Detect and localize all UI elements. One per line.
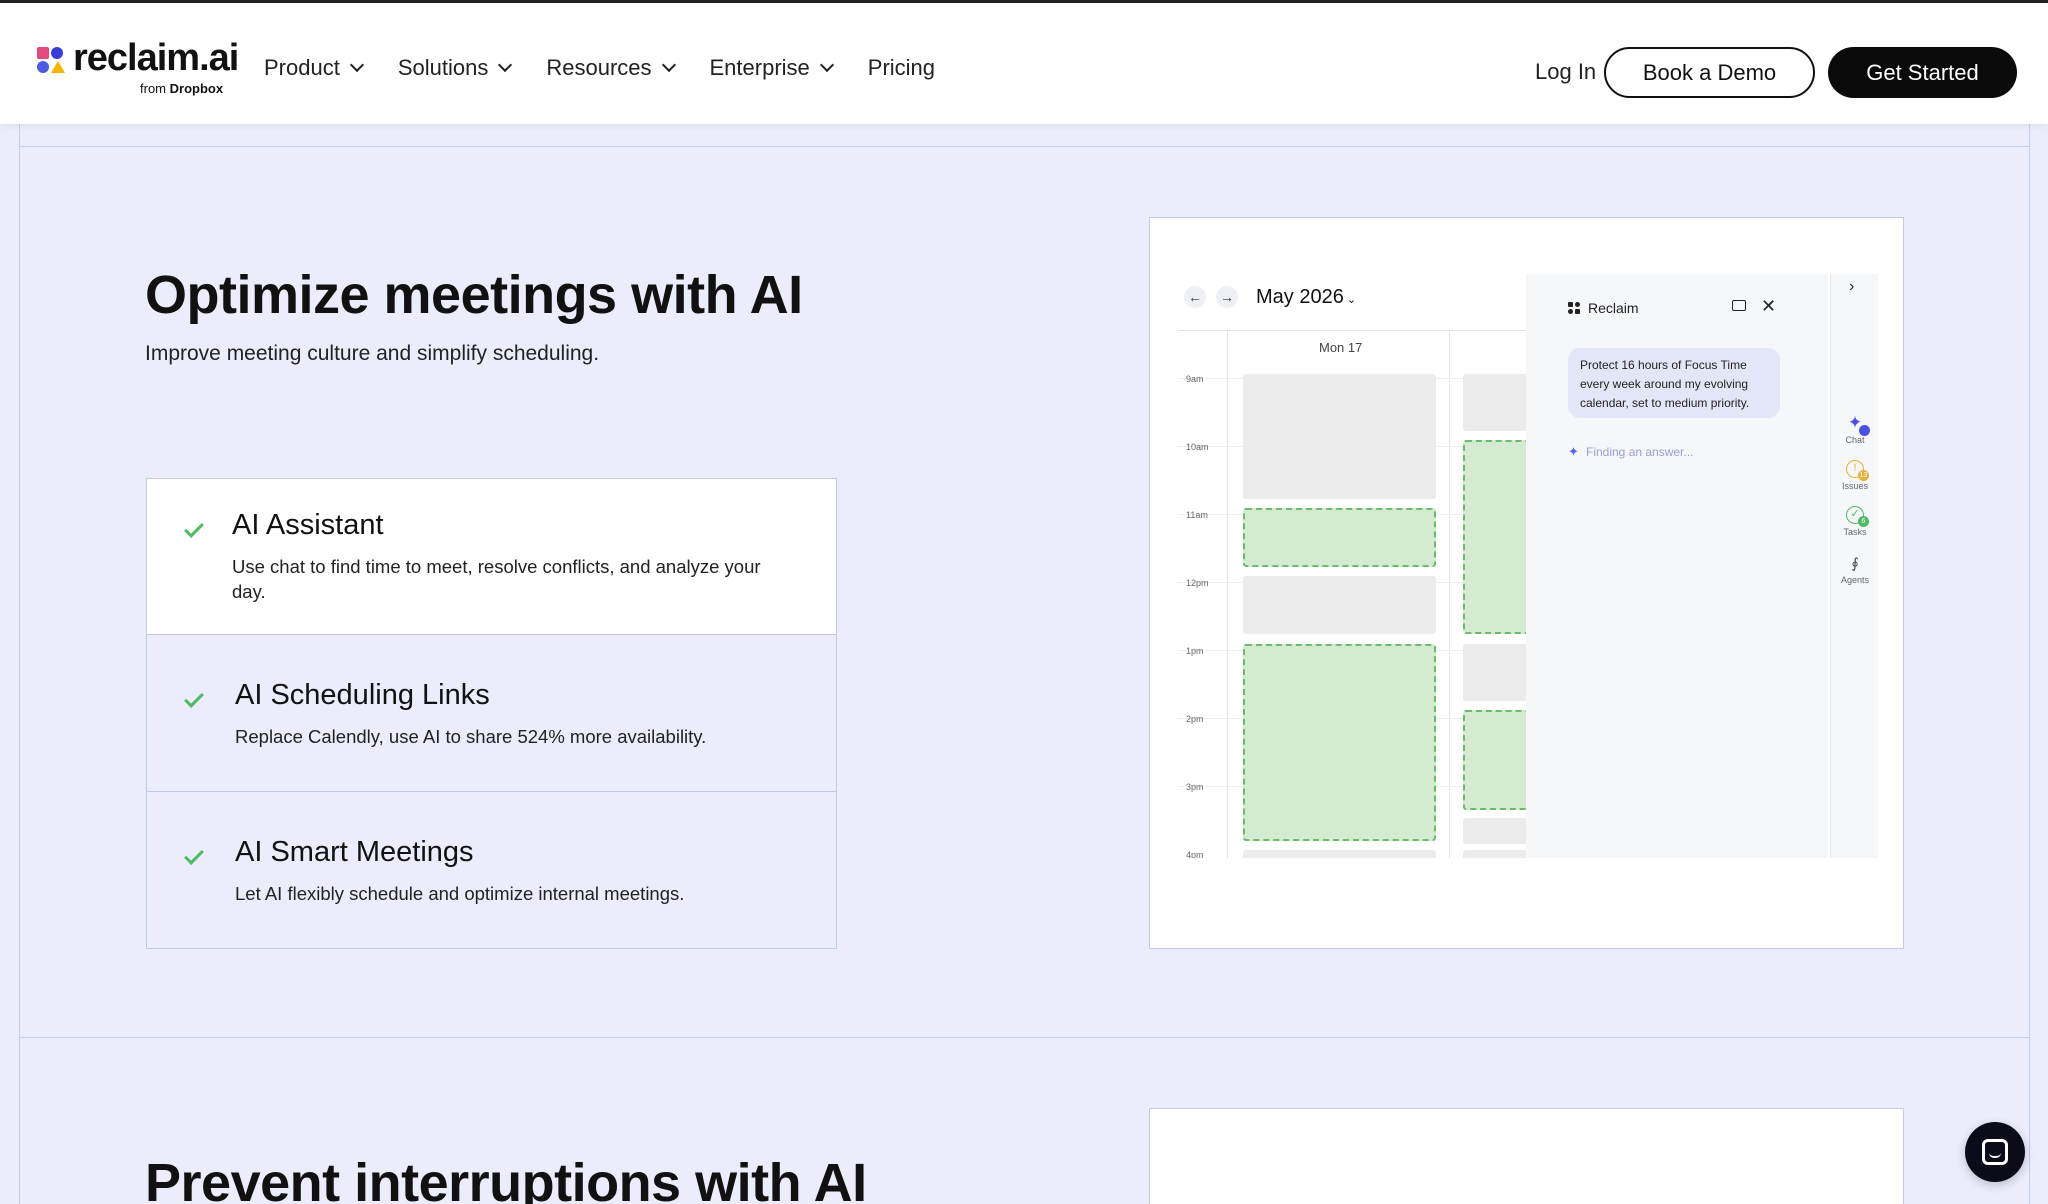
nav-solutions-label: Solutions: [397, 55, 489, 80]
nav-product[interactable]: Product: [264, 55, 364, 81]
section-border-right: [2029, 124, 2030, 1204]
nav-product-label: Product: [264, 55, 340, 80]
reclaim-logo[interactable]: reclaim.ai from Dropbox: [37, 37, 239, 99]
section-divider: [19, 146, 2029, 147]
nav-resources-label: Resources: [546, 55, 652, 80]
app-preview: [1149, 1108, 1904, 1204]
section-subtitle: Improve meeting culture and simplify sch…: [145, 342, 600, 365]
logo-text: reclaim.ai: [73, 37, 239, 79]
section-title: Prevent interruptions with AI: [145, 1153, 867, 1204]
time-label: 1pm: [1186, 646, 1204, 656]
calendar-event[interactable]: [1243, 850, 1436, 858]
assistant-title: Reclaim: [1588, 300, 1639, 316]
feature-list: AI Assistant Use chat to find time to me…: [146, 478, 837, 949]
rail-label: Chat: [1845, 435, 1865, 445]
assistant-status: Finding an answer...: [1586, 445, 1694, 459]
check-icon: [184, 518, 204, 538]
logo-subtitle: from Dropbox: [140, 81, 223, 96]
feature-title: AI Assistant: [232, 509, 384, 541]
feature-title: AI Scheduling Links: [235, 679, 490, 711]
feature-description: Use chat to find time to meet, resolve c…: [232, 556, 761, 602]
chevron-down-icon: [498, 57, 513, 73]
rail-issues[interactable]: ! 13 Issues: [1831, 460, 1878, 491]
feature-ai-smart-meetings[interactable]: AI Smart Meetings Let AI flexibly schedu…: [147, 792, 836, 948]
time-label: 11am: [1186, 510, 1208, 520]
time-label: 12pm: [1186, 578, 1209, 588]
check-icon: [184, 688, 204, 708]
nav-enterprise-label: Enterprise: [709, 55, 810, 80]
get-started-button[interactable]: Get Started: [1828, 47, 2017, 98]
issues-badge: 13: [1858, 470, 1869, 481]
nav-pricing-label: Pricing: [867, 55, 936, 80]
nav-resources[interactable]: Resources: [546, 55, 676, 81]
rail-tasks[interactable]: ✓ 6 Tasks: [1831, 506, 1878, 537]
feature-description: Let AI flexibly schedule and optimize in…: [235, 883, 685, 904]
nav-enterprise[interactable]: Enterprise: [709, 55, 834, 81]
rail-chat[interactable]: ✦ Chat: [1831, 414, 1878, 445]
sparkle-icon: ✦: [1846, 414, 1870, 436]
tasks-badge: 6: [1858, 516, 1869, 527]
calendar-month-label: May 2026: [1256, 286, 1344, 308]
calendar-column-line: [1227, 330, 1228, 858]
chevron-down-icon: [661, 57, 676, 73]
section-title: Optimize meetings with AI: [145, 265, 803, 325]
check-circle-icon: ✓ 6: [1846, 506, 1869, 527]
calendar-month-select[interactable]: May 2026 ⌄: [1256, 286, 1356, 309]
site-header: reclaim.ai from Dropbox Product Solution…: [0, 3, 2048, 124]
reclaim-mark-icon: [1568, 302, 1580, 314]
calendar-day-label: Mon 17: [1319, 340, 1363, 355]
rail-agents[interactable]: ∮ Agents: [1831, 554, 1878, 585]
chevron-right-icon[interactable]: ›: [1849, 278, 1854, 296]
assistant-panel: Reclaim ✕ Protect 16 hours of Focus Time…: [1526, 274, 1828, 858]
sparkle-icon: ✦: [1568, 444, 1579, 459]
feature-ai-assistant[interactable]: AI Assistant Use chat to find time to me…: [147, 479, 836, 635]
check-icon: [184, 845, 204, 865]
main-nav: Product Solutions Resources Enterprise P…: [264, 55, 971, 81]
login-link[interactable]: Log In: [1535, 59, 1596, 85]
time-label: 2pm: [1186, 714, 1204, 724]
nav-pricing[interactable]: Pricing: [868, 55, 935, 81]
rail-label: Agents: [1840, 575, 1870, 585]
assistant-rail: › ✦ Chat ! 13 Issues ✓ 6 Tasks ∮ Agents: [1830, 274, 1878, 858]
section-divider: [19, 1037, 2029, 1038]
chat-history-icon[interactable]: [1732, 300, 1746, 311]
logo-sub-prefix: from: [140, 81, 166, 96]
arrow-left-icon[interactable]: ←: [1184, 286, 1206, 308]
feature-description: Replace Calendly, use AI to share 524% m…: [235, 726, 707, 747]
calendar-header-line: [1178, 330, 1530, 331]
time-label: 3pm: [1186, 782, 1204, 792]
nav-solutions[interactable]: Solutions: [397, 55, 513, 81]
feature-title: AI Smart Meetings: [235, 836, 474, 868]
app-preview: ← → May 2026 ⌄ Mon 17 9am 10am 11am 12pm…: [1149, 217, 1904, 949]
logo-sub-brand: Dropbox: [169, 81, 224, 96]
chevron-down-icon: [819, 57, 834, 73]
logo-mark-icon: [37, 47, 67, 77]
calendar-column-line: [1449, 330, 1450, 858]
support-chat-button[interactable]: [1965, 1122, 2025, 1182]
chat-icon: [1982, 1139, 2008, 1165]
focus-time-event[interactable]: [1243, 508, 1436, 567]
user-message: Protect 16 hours of Focus Time every wee…: [1568, 348, 1780, 418]
close-icon[interactable]: ✕: [1761, 296, 1776, 317]
book-demo-button[interactable]: Book a Demo: [1604, 47, 1815, 98]
time-label: 9am: [1186, 374, 1204, 384]
calendar-event[interactable]: [1243, 374, 1436, 499]
feature-ai-scheduling-links[interactable]: AI Scheduling Links Replace Calendly, us…: [147, 635, 836, 792]
focus-time-event[interactable]: [1243, 644, 1436, 841]
chevron-down-icon: [349, 57, 364, 73]
agents-icon: ∮: [1851, 555, 1859, 571]
alert-icon: ! 13: [1846, 460, 1869, 481]
chevron-down-icon: ⌄: [1343, 294, 1357, 306]
calendar-view: ← → May 2026 ⌄ Mon 17 9am 10am 11am 12pm…: [1178, 274, 1878, 858]
calendar-event[interactable]: [1243, 576, 1436, 634]
time-label: 10am: [1186, 442, 1209, 452]
arrow-right-icon[interactable]: →: [1216, 286, 1238, 308]
time-label: 4pm: [1186, 850, 1204, 858]
section-border-left: [19, 124, 20, 1204]
